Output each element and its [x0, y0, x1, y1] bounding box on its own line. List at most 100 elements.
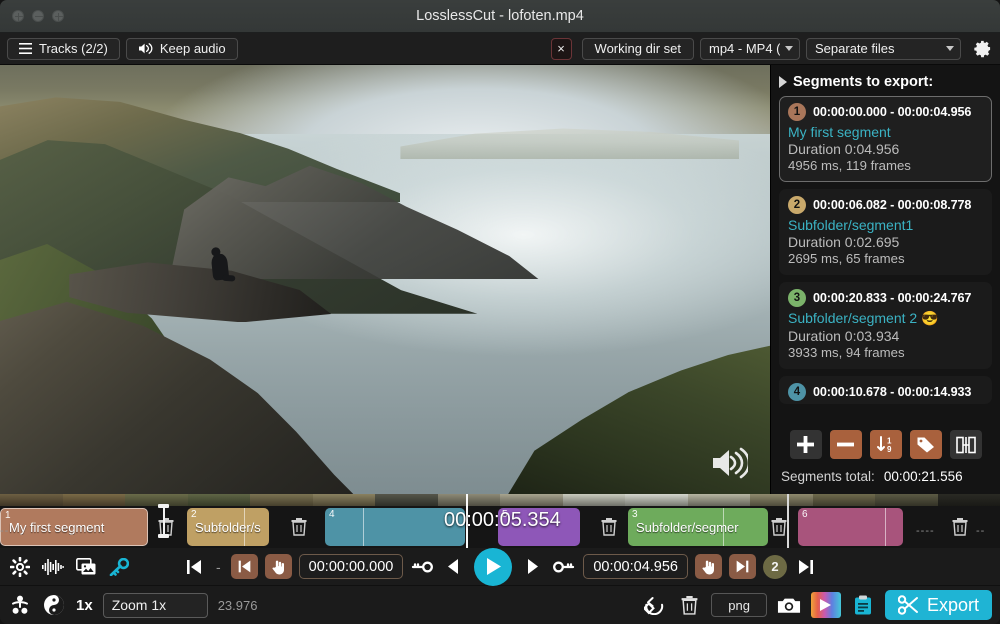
main-body: Segments to export: 1 00:00:00.000 - 00:…	[0, 65, 1000, 494]
title-bar: LosslessCut - lofoten.mp4	[0, 0, 1000, 33]
timeline-segment-1[interactable]: 1 My first segment	[0, 508, 148, 546]
delete-segment-6-icon[interactable]	[952, 518, 968, 536]
delete-segment-3-icon[interactable]	[771, 518, 787, 536]
export-button[interactable]: Export	[885, 590, 992, 620]
output-mode-value: Separate files	[815, 41, 941, 56]
tracks-button[interactable]: Tracks (2/2)	[7, 38, 120, 60]
timeline-dash-right-6: --	[976, 525, 985, 537]
settings-button[interactable]	[971, 38, 993, 60]
keyframe-next-icon[interactable]	[552, 555, 576, 579]
segments-total: Segments total: 00:00:21.556	[771, 465, 1000, 494]
timeline-segment-3-label: Subfolder/segmer	[628, 520, 768, 535]
control-left-icons	[8, 555, 131, 579]
segment-1-duration: Duration 0:04.956	[788, 141, 983, 157]
delete-segment-2-icon[interactable]	[291, 518, 307, 536]
segment-3-range: 00:00:20.833 - 00:00:24.767	[813, 291, 971, 305]
output-format-value: mp4 - MP4 (M	[709, 41, 780, 56]
chevron-down-icon	[946, 46, 954, 51]
waveform-icon[interactable]	[41, 555, 65, 579]
timeline-segment-3[interactable]: 3 Subfolder/segmer	[628, 508, 768, 546]
remove-segment-button[interactable]	[830, 430, 862, 459]
segment-2-header: 2 00:00:06.082 - 00:00:08.778	[788, 196, 983, 214]
status-bar: 1x Zoom 1x 23.976 png Export	[0, 585, 1000, 624]
sort-segments-button[interactable]: 19	[870, 430, 902, 459]
delete-segment-5-icon[interactable]	[601, 518, 617, 536]
thumbnails-icon[interactable]	[74, 555, 98, 579]
segment-2-duration: Duration 0:02.695	[788, 234, 983, 250]
segment-4-index-badge: 4	[788, 383, 806, 401]
close-button[interactable]	[12, 10, 24, 22]
baby-icon[interactable]	[8, 593, 32, 617]
keep-audio-button[interactable]: Keep audio	[126, 38, 238, 60]
segment-1-header: 1 00:00:00.000 - 00:00:04.956	[788, 103, 983, 121]
fps-label: 23.976	[218, 598, 258, 613]
chevron-right-icon[interactable]	[779, 76, 787, 88]
segment-2-range: 00:00:06.082 - 00:00:08.778	[813, 198, 971, 212]
timeline-segment-2-label: Subfolder/s	[187, 520, 269, 535]
clipboard-icon[interactable]	[851, 593, 875, 617]
hand-pointer-start-button[interactable]	[265, 554, 292, 579]
segment-4-range: 00:00:10.678 - 00:00:14.933	[813, 385, 971, 399]
minus-icon	[836, 435, 855, 454]
segment-card-3[interactable]: 3 00:00:20.833 - 00:00:24.767 Subfolder/…	[779, 282, 992, 369]
tracks-label: Tracks (2/2)	[39, 41, 108, 56]
clear-working-dir-button[interactable]: ×	[551, 38, 572, 60]
volume-high-icon[interactable]	[710, 446, 748, 480]
timeline[interactable]: 1 My first segment 2 Subfolder/s -- 4	[0, 494, 1000, 548]
rotate-icon[interactable]	[643, 593, 667, 617]
media-player-icon[interactable]	[811, 592, 841, 618]
add-segment-button[interactable]	[790, 430, 822, 459]
segment-1-name[interactable]: My first segment	[788, 124, 983, 140]
segments-list[interactable]: 1 00:00:00.000 - 00:00:04.956 My first s…	[771, 96, 1000, 423]
gear-icon[interactable]	[8, 555, 32, 579]
camera-icon[interactable]	[777, 593, 801, 617]
cut-end-time-field[interactable]: 00:00:04.956	[583, 554, 688, 579]
trash-icon[interactable]	[677, 593, 701, 617]
key-icon[interactable]	[107, 555, 131, 579]
hamburger-icon	[19, 43, 32, 54]
sort-numeric-icon: 19	[876, 435, 896, 454]
step-backward-icon[interactable]	[441, 555, 465, 579]
minimize-button[interactable]	[32, 10, 44, 22]
keyframe-prev-icon[interactable]	[410, 555, 434, 579]
output-format-select[interactable]: mp4 - MP4 (M	[700, 38, 800, 60]
working-dir-button[interactable]: Working dir set	[582, 38, 694, 60]
segment-card-2[interactable]: 2 00:00:06.082 - 00:00:08.778 Subfolder/…	[779, 189, 992, 275]
svg-text:9: 9	[887, 445, 892, 454]
cut-start-time-field[interactable]: 00:00:00.000	[299, 554, 404, 579]
segment-2-name[interactable]: Subfolder/segment1	[788, 217, 983, 233]
zoom-button[interactable]	[52, 10, 64, 22]
jump-to-end-icon[interactable]	[794, 555, 818, 579]
output-mode-select[interactable]: Separate files	[806, 38, 961, 60]
play-button[interactable]	[474, 548, 512, 586]
set-cut-start-button[interactable]	[231, 554, 258, 579]
segments-panel-header[interactable]: Segments to export:	[771, 65, 1000, 96]
playback-rate-label: 1x	[76, 597, 93, 614]
step-forward-icon[interactable]	[521, 555, 545, 579]
yin-yang-icon[interactable]	[42, 593, 66, 617]
timeline-segment-2[interactable]: 2 Subfolder/s	[187, 508, 269, 546]
video-player[interactable]	[0, 65, 770, 494]
timeline-segment-6[interactable]: 6	[798, 508, 903, 546]
segment-card-1[interactable]: 1 00:00:00.000 - 00:00:04.956 My first s…	[779, 96, 992, 182]
segments-header-label: Segments to export:	[793, 74, 933, 90]
set-cut-end-button[interactable]	[729, 554, 756, 579]
transport-controls: - 00:00:00.000 00:00:04.956	[0, 548, 1000, 586]
segment-card-4[interactable]: 4 00:00:10.678 - 00:00:14.933	[779, 376, 992, 404]
tag-icon	[916, 435, 936, 454]
split-segment-button[interactable]	[950, 430, 982, 459]
top-toolbar: Tracks (2/2) Keep audio × Working dir se…	[0, 33, 1000, 65]
zoom-value: Zoom 1x	[112, 597, 201, 613]
zoom-select[interactable]: Zoom 1x	[103, 593, 208, 618]
segment-count-badge[interactable]: 2	[763, 555, 787, 579]
hand-pointer-end-button[interactable]	[695, 554, 722, 579]
timeline-dash-left-6: ----	[916, 525, 935, 537]
capture-format-button[interactable]: png	[711, 593, 767, 617]
label-segment-button[interactable]	[910, 430, 942, 459]
timeline-cursor-handle[interactable]	[158, 504, 169, 538]
timeline-segment-2-index: 2	[191, 509, 197, 520]
timeline-segment-3-index: 3	[632, 509, 638, 520]
segment-3-name[interactable]: Subfolder/segment 2 😎	[788, 310, 983, 327]
timeline-segment-6-marker	[885, 508, 886, 546]
jump-to-start-icon[interactable]	[182, 555, 206, 579]
